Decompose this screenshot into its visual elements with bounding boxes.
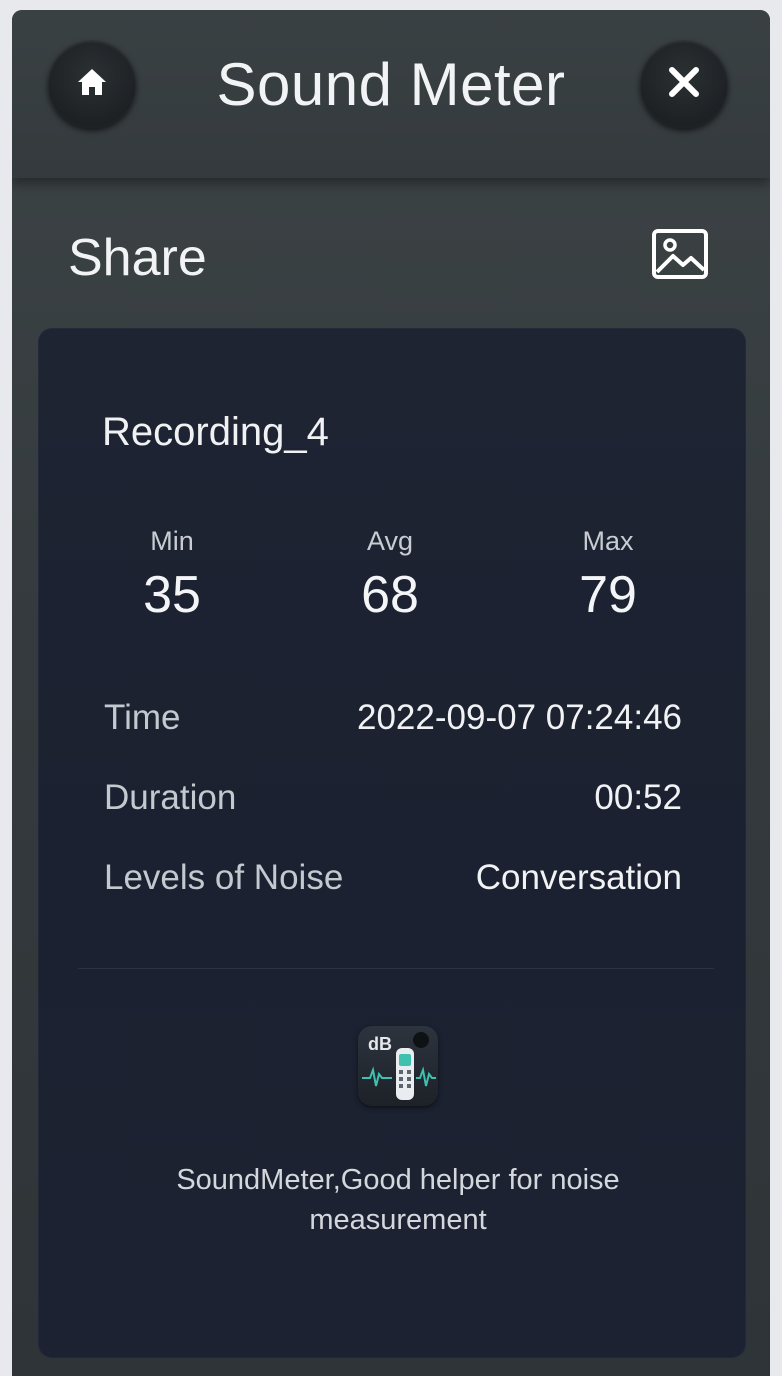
share-card: Recording_4 Min 35 Avg 68 Max 79 Time 20…: [38, 328, 746, 1358]
save-image-button[interactable]: [648, 224, 712, 288]
stat-max: Max 79: [518, 526, 698, 625]
stat-min: Min 35: [82, 526, 262, 625]
app-window: Sound Meter Share Recording_4 Min 35 Avg…: [12, 10, 770, 1376]
stat-avg-label: Avg: [366, 526, 414, 556]
image-icon: [651, 228, 709, 285]
stat-avg-value: 68: [361, 566, 419, 624]
app-tagline: SoundMeter,Good helper for noise measure…: [176, 1164, 620, 1236]
divider: [78, 968, 714, 969]
detail-row-time: Time 2022-09-07 07:24:46: [104, 698, 682, 738]
stat-min-label: Min: [150, 526, 194, 556]
stat-avg: Avg 68: [300, 526, 480, 625]
detail-row-noise-level: Levels of Noise Conversation: [104, 858, 682, 898]
detail-value: Conversation: [475, 858, 682, 897]
close-button[interactable]: [640, 40, 728, 128]
detail-row-duration: Duration 00:52: [104, 778, 682, 818]
detail-label: Time: [104, 698, 181, 737]
stat-max-label: Max: [582, 526, 634, 556]
stat-max-value: 79: [579, 566, 637, 624]
title-bar: Sound Meter: [12, 10, 770, 178]
share-heading: Share: [68, 229, 207, 287]
detail-value: 00:52: [594, 778, 682, 817]
detail-label: Duration: [104, 778, 237, 817]
close-icon: [664, 62, 704, 107]
recording-name: Recording_4: [102, 410, 329, 454]
detail-value: 2022-09-07 07:24:46: [357, 698, 682, 737]
stat-min-value: 35: [143, 566, 201, 624]
sound-meter-app-icon: dB: [358, 1026, 438, 1106]
detail-label: Levels of Noise: [104, 858, 344, 897]
